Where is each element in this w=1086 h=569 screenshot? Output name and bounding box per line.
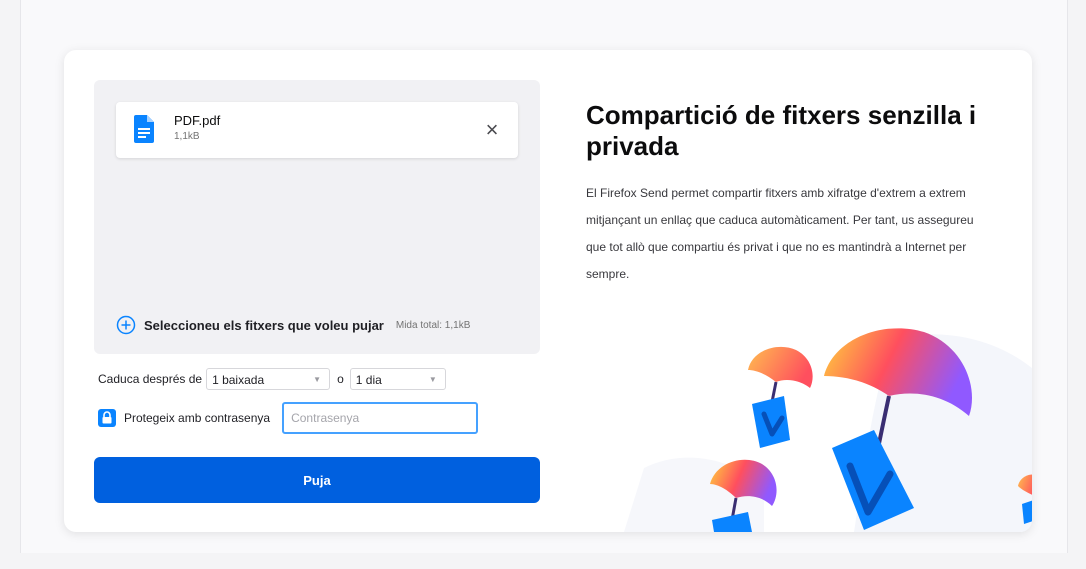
downloads-select[interactable]: 1 baixada ▼ [206, 368, 331, 390]
upload-button[interactable]: Puja [94, 457, 540, 503]
upload-drop-area[interactable]: PDF.pdf 1,1kB × Seleccioneu els fitxers … [94, 80, 540, 354]
downloads-select-value: 1 baixada [212, 373, 265, 387]
dropdown-caret-icon: ▼ [313, 375, 322, 384]
remove-file-button[interactable]: × [480, 118, 504, 142]
promo-description: El Firefox Send permet compartir fitxers… [586, 186, 974, 281]
password-label: Protegeix amb contrasenya [124, 411, 271, 425]
password-checkbox[interactable] [98, 409, 116, 427]
password-input[interactable] [282, 402, 479, 434]
close-icon: × [485, 117, 499, 142]
file-document-icon [134, 115, 154, 143]
file-size: 1,1kB [174, 131, 200, 142]
select-files-link[interactable]: Seleccioneu els fitxers que voleu pujar [144, 318, 384, 333]
total-size: Mida total: 1,1kB [395, 319, 471, 331]
expiry-row: Caduca després de 1 baixada ▼ o 1 dia ▼ [98, 368, 446, 390]
expiry-separator: o [337, 372, 344, 386]
promo-headline: Compartició de fitxers senzilla i privad… [586, 100, 977, 161]
time-select-value: 1 dia [355, 373, 382, 387]
dropdown-caret-icon: ▼ [428, 375, 437, 384]
parachute-illustration [624, 328, 1032, 532]
select-files-row: Seleccioneu els fitxers que voleu pujar … [116, 312, 526, 338]
lock-icon [102, 411, 112, 424]
file-name: PDF.pdf [174, 113, 221, 128]
plus-circle-icon[interactable] [116, 315, 136, 335]
expiry-prefix: Caduca després de [98, 372, 203, 386]
file-list-item: PDF.pdf 1,1kB × [116, 102, 518, 158]
password-row: Protegeix amb contrasenya [98, 402, 479, 434]
upload-card: PDF.pdf 1,1kB × Seleccioneu els fitxers … [64, 50, 1032, 532]
time-select[interactable]: 1 dia ▼ [349, 368, 446, 390]
